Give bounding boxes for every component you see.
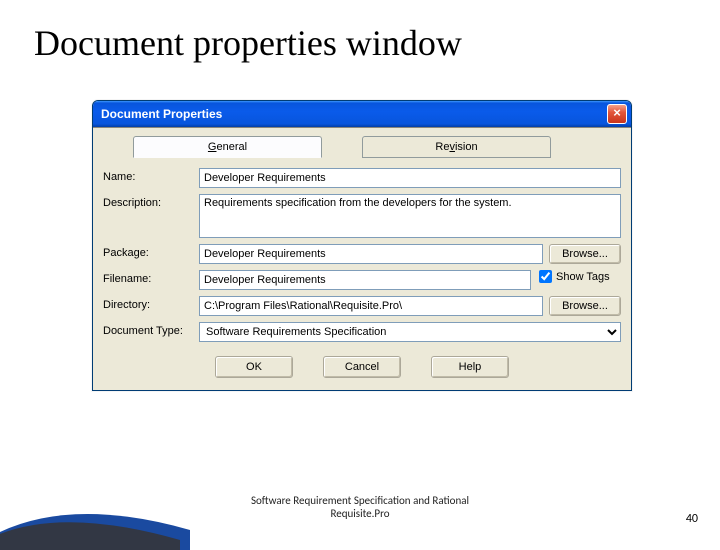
dialog-window: Document Properties × G/*placeholder*/en… xyxy=(92,100,632,391)
titlebar-text: Document Properties xyxy=(101,107,607,121)
tab-revision[interactable]: Revision xyxy=(362,136,551,158)
dialog-action-row: OK Cancel Help xyxy=(103,356,621,378)
tab-revision-label: Revision xyxy=(435,141,477,153)
slide-caption: Software Requirement Specification and R… xyxy=(0,494,720,520)
browse-package-button[interactable]: Browse... xyxy=(549,244,621,264)
package-input[interactable] xyxy=(199,244,543,264)
label-name: Name: xyxy=(103,168,199,183)
show-tags-checkbox-wrap[interactable]: Show Tags xyxy=(537,270,621,283)
label-directory: Directory: xyxy=(103,296,199,311)
titlebar[interactable]: Document Properties × xyxy=(93,101,631,127)
show-tags-label: Show Tags xyxy=(556,271,610,283)
description-input[interactable]: Requirements specification from the deve… xyxy=(199,194,621,238)
directory-input[interactable] xyxy=(199,296,543,316)
filename-input[interactable] xyxy=(199,270,531,290)
help-button[interactable]: Help xyxy=(431,356,509,378)
label-doctype: Document Type: xyxy=(103,322,199,337)
label-filename: Filename: xyxy=(103,270,199,285)
caption-line-1: Software Requirement Specification and R… xyxy=(0,494,720,507)
ok-button[interactable]: OK xyxy=(215,356,293,378)
page-number: 40 xyxy=(686,512,698,526)
label-description: Description: xyxy=(103,194,199,209)
doctype-select[interactable]: Software Requirements Specification xyxy=(199,322,621,342)
name-input[interactable] xyxy=(199,168,621,188)
browse-directory-button[interactable]: Browse... xyxy=(549,296,621,316)
show-tags-checkbox[interactable] xyxy=(539,270,552,283)
label-package: Package: xyxy=(103,244,199,259)
close-button[interactable]: × xyxy=(607,104,627,124)
caption-line-2: Requisite.Pro xyxy=(0,507,720,520)
cancel-button[interactable]: Cancel xyxy=(323,356,401,378)
tab-strip: G/*placeholder*/eneral Revision xyxy=(103,136,621,158)
slide-title: Document properties window xyxy=(34,22,462,64)
dialog-client: G/*placeholder*/eneral Revision Name: De… xyxy=(93,127,631,390)
tab-general[interactable]: G/*placeholder*/eneral xyxy=(133,136,322,158)
